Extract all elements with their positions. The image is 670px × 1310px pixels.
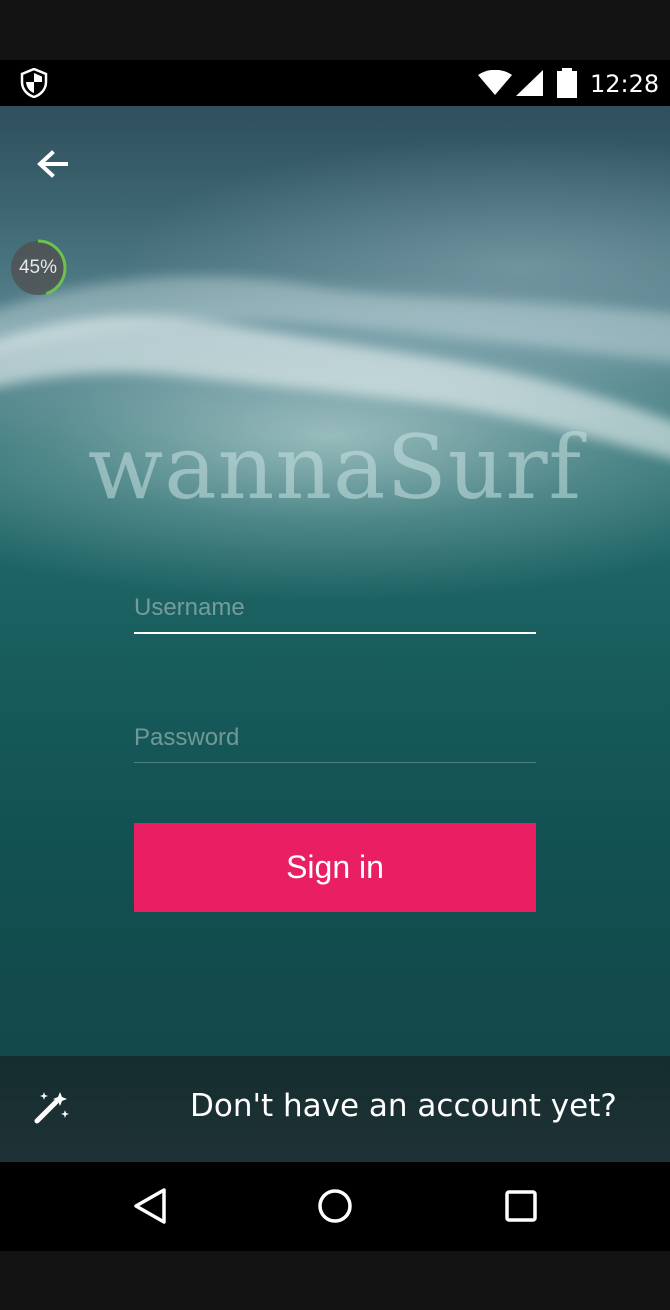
status-time: 12:28 xyxy=(590,70,660,98)
progress-label: 45% xyxy=(18,257,58,278)
login-screen: 45% wannaSurf Sign in Don't have an acco… xyxy=(0,106,670,1162)
wifi-icon xyxy=(478,70,512,95)
username-field[interactable] xyxy=(134,584,536,634)
signup-link[interactable]: Don't have an account yet? xyxy=(190,1088,617,1124)
arrow-back-icon[interactable] xyxy=(30,142,74,186)
magic-wand-icon[interactable] xyxy=(34,1090,70,1126)
status-bar: 12:28 xyxy=(0,60,670,106)
battery-icon xyxy=(557,68,577,98)
signup-bar: Don't have an account yet? xyxy=(0,1056,670,1162)
signal-icon xyxy=(516,70,543,96)
system-nav-bar xyxy=(0,1162,670,1251)
sign-in-button[interactable]: Sign in xyxy=(134,823,536,912)
recents-square-icon[interactable] xyxy=(504,1189,538,1223)
progress-badge: 45% xyxy=(8,238,68,298)
home-circle-icon[interactable] xyxy=(316,1187,354,1225)
password-field[interactable] xyxy=(134,714,536,763)
shield-icon xyxy=(20,68,48,98)
app-logo: wannaSurf xyxy=(87,416,583,519)
back-triangle-icon[interactable] xyxy=(130,1186,170,1226)
